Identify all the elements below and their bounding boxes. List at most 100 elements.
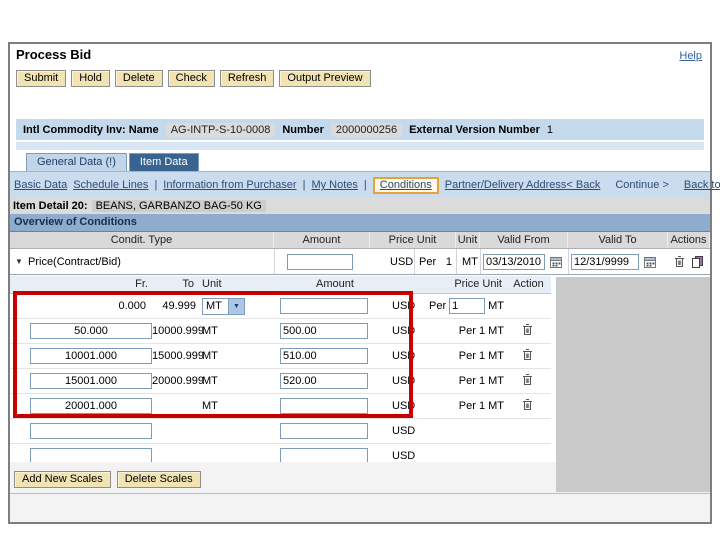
valid-to-input[interactable] xyxy=(571,253,639,270)
scale-unit-value: MT xyxy=(202,375,218,387)
commodity-number-value: 2000000256 xyxy=(330,122,403,137)
commodity-name-value: AG-INTP-S-10-0008 xyxy=(165,122,276,137)
help-link[interactable]: Help xyxy=(679,50,702,62)
scale-from-cell xyxy=(10,348,152,364)
scale-from-input[interactable] xyxy=(30,423,152,439)
scale-amount-input[interactable] xyxy=(280,348,368,364)
nav-link-back-to-item-overview[interactable]: Back to Item Overview xyxy=(684,179,720,191)
delete-scale-row-icon[interactable] xyxy=(522,398,533,411)
scale-from-value: 0.000 xyxy=(118,300,146,312)
scale-column-header-unit: Unit xyxy=(202,278,222,290)
per-label: Per xyxy=(419,255,437,268)
toolbar-button-submit[interactable]: Submit xyxy=(16,70,67,87)
column-header-price-unit: Price Unit xyxy=(370,232,456,248)
section-title: Overview of Conditions xyxy=(10,214,710,231)
scale-column-header-to: To xyxy=(182,278,194,290)
process-bid-window: Process Bid Help Submit Hold Delete Check Re… xyxy=(8,42,720,524)
scale-currency: USD xyxy=(392,450,416,462)
valid-from-datepicker-icon[interactable] xyxy=(549,255,564,269)
nav-link-conditions[interactable]: Conditions xyxy=(380,179,432,191)
scale-column-header-amount: Amount xyxy=(316,278,354,290)
scale-unit-value: MT xyxy=(202,350,218,362)
scale-row: 15000.999MT USD Per 1 MT xyxy=(10,344,551,369)
nav-link-back[interactable]: < Back xyxy=(566,179,600,191)
scale-amount-input[interactable] xyxy=(280,323,368,339)
collapse-row-icon[interactable]: ▼ xyxy=(15,257,23,266)
scale-from-cell: 0.000 xyxy=(10,300,152,312)
nav-separator: | xyxy=(363,179,367,191)
valid-from-input[interactable] xyxy=(483,253,545,270)
nav-link-my-notes[interactable]: My Notes xyxy=(311,179,357,191)
scale-action-cell xyxy=(506,398,549,414)
toolbar-button-delete[interactable]: Delete xyxy=(114,70,163,87)
info-bar-spacer xyxy=(16,142,704,150)
scale-unit-value: MT xyxy=(202,325,218,337)
scale-price-unit-value: Per 1 MT xyxy=(458,400,504,412)
commodity-number-label: Number xyxy=(282,123,324,136)
valid-to-datepicker-icon[interactable] xyxy=(643,255,658,269)
scale-action-cell xyxy=(506,348,549,364)
footer-button-delete-scales[interactable]: Delete Scales xyxy=(116,471,201,488)
scale-column-header-fr: Fr. xyxy=(135,278,148,290)
scale-currency: USD xyxy=(392,350,416,362)
scale-amount-cell xyxy=(246,323,392,339)
scale-currency: USD xyxy=(392,425,416,437)
scale-unit-value: MT xyxy=(202,400,218,412)
page-title: Process Bid xyxy=(16,47,92,62)
scale-price-unit-cell: Per 1 MT xyxy=(424,400,506,412)
nav-link-basic-data[interactable]: Basic Data xyxy=(14,179,67,191)
scale-from-input[interactable] xyxy=(30,398,152,414)
scale-amount-input[interactable] xyxy=(280,398,368,414)
scale-from-input[interactable] xyxy=(30,348,152,364)
scale-unit-cell: MT xyxy=(198,350,246,362)
tab-item-data[interactable]: Item Data xyxy=(128,153,199,171)
delete-scale-row-icon[interactable] xyxy=(522,373,533,386)
delete-condition-icon[interactable] xyxy=(674,255,685,268)
footer-button-add-new-scales[interactable]: Add New Scales xyxy=(14,471,111,488)
scale-unit-select[interactable]: MT ▼ xyxy=(202,297,245,315)
conditions-table-header: Condit. Type Amount Price Unit Unit Valid Fr… xyxy=(10,231,710,249)
scale-to-value: 10000.999 xyxy=(152,325,204,337)
scale-price-unit-input[interactable] xyxy=(449,298,486,314)
per-unit-label: MT xyxy=(488,300,504,312)
toolbar-button-output-preview[interactable]: Output Preview xyxy=(279,70,371,87)
delete-scale-row-icon[interactable] xyxy=(522,323,533,336)
per-label: Per xyxy=(428,300,447,312)
scales-table-header: Fr. To Unit Amount Price Unit Action xyxy=(10,276,551,294)
nav-link-schedule-lines[interactable]: Schedule Lines xyxy=(73,179,148,191)
scale-amount-input[interactable] xyxy=(280,373,368,389)
nav-highlight-box: Conditions xyxy=(372,176,439,194)
column-header-amount: Amount xyxy=(274,232,370,248)
nav-link-continue[interactable]: Continue > xyxy=(615,179,669,191)
scale-price-unit-value: Per 1 MT xyxy=(458,350,504,362)
scale-price-unit-value: Per 1 MT xyxy=(458,375,504,387)
condition-type: Price(Contract/Bid) xyxy=(28,255,121,268)
scale-to-value: 20000.999 xyxy=(152,375,204,387)
chevron-down-icon[interactable]: ▼ xyxy=(229,297,245,315)
toolbar-button-refresh[interactable]: Refresh xyxy=(219,70,275,87)
item-detail-row: Item Detail 20: BEANS, GARBANZO BAG-50 KG xyxy=(10,198,710,214)
toolbar-button-hold[interactable]: Hold xyxy=(71,70,110,87)
scales-buttons: Add New Scales Delete Scales xyxy=(14,471,201,488)
tab-general-data[interactable]: General Data (!) xyxy=(26,153,127,171)
scale-amount-input[interactable] xyxy=(280,298,368,314)
scale-unit-value: MT xyxy=(202,297,229,315)
scale-from-input[interactable] xyxy=(30,323,152,339)
nav-link-information-from-purchaser[interactable]: Information from Purchaser xyxy=(163,179,296,191)
scale-amount-input[interactable] xyxy=(280,423,368,439)
commodity-info-bar: Intl Commodity Inv: Name AG-INTP-S-10-00… xyxy=(16,119,704,140)
scale-unit-cell: MT ▼ xyxy=(198,297,246,315)
scale-from-cell xyxy=(10,373,152,389)
scale-row: MT USD Per 1 MT xyxy=(10,394,551,419)
nav-link-partner-delivery-address[interactable]: Partner/Delivery Address xyxy=(445,179,567,191)
tabstrip: General Data (!) Item Data xyxy=(26,153,199,171)
toolbar-button-check[interactable]: Check xyxy=(167,70,215,87)
scale-row: USD xyxy=(10,419,551,444)
scale-from-input[interactable] xyxy=(30,373,152,389)
copy-condition-icon[interactable] xyxy=(691,255,704,268)
condition-amount-input[interactable] xyxy=(287,253,353,270)
column-header-valid-from: Valid From xyxy=(480,232,568,248)
scale-from-cell xyxy=(10,323,152,339)
scale-price-unit-cell: Per 1 MT xyxy=(424,325,506,337)
delete-scale-row-icon[interactable] xyxy=(522,348,533,361)
